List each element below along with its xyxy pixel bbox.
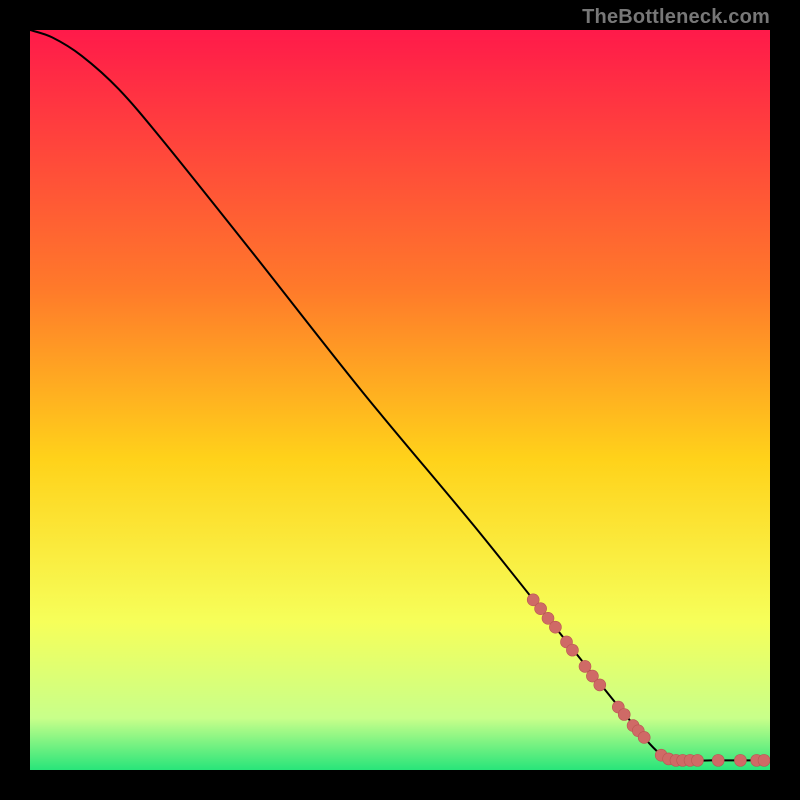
data-marker	[712, 754, 724, 766]
chart-svg	[30, 30, 770, 770]
data-marker	[549, 621, 561, 633]
data-marker	[758, 754, 770, 766]
data-marker	[618, 709, 630, 721]
watermark-text: TheBottleneck.com	[582, 6, 770, 29]
data-marker	[734, 754, 746, 766]
plot-area	[30, 30, 770, 770]
data-marker	[594, 679, 606, 691]
data-marker	[566, 644, 578, 656]
gradient-background	[30, 30, 770, 770]
data-marker	[638, 731, 650, 743]
data-marker	[691, 754, 703, 766]
chart-frame: TheBottleneck.com	[0, 0, 800, 800]
